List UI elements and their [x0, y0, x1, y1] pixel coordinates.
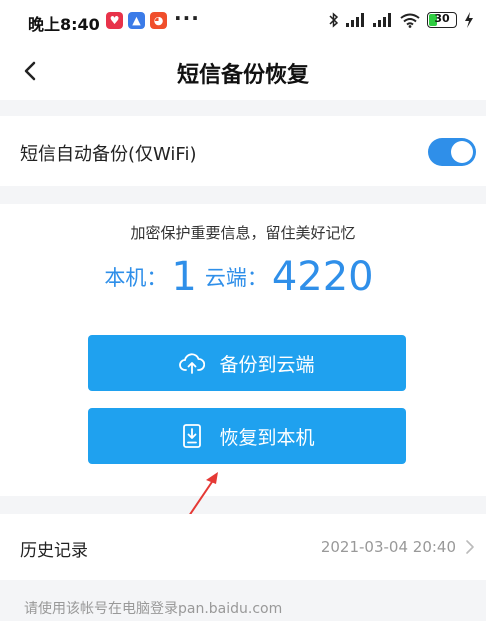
charging-icon	[465, 12, 473, 28]
local-count-label: 本机：	[104, 266, 168, 290]
message-counts: 本机： 1 云端： 4220	[0, 254, 486, 300]
cloud-count-label: 云端：	[204, 266, 268, 290]
footer-note: 请使用该帐号在电脑登录pan.baidu.com	[24, 601, 283, 617]
history-row[interactable]: 历史记录 2021-03-04 20:40	[0, 514, 486, 580]
page-title: 短信备份恢复	[176, 63, 309, 88]
history-last-time: 2021-03-04 20:40	[320, 538, 456, 556]
signal-hd-icon	[373, 13, 391, 27]
cat-app-icon: ◕	[150, 12, 167, 29]
restore-button-label: 恢复到本机	[219, 426, 315, 449]
cloud-count: 4220	[271, 254, 374, 300]
tagline: 加密保护重要信息，留住美好记忆	[130, 224, 356, 242]
backup-button-label: 备份到云端	[219, 353, 315, 376]
battery-text: 30	[434, 12, 450, 25]
auto-backup-row: 短信自动备份(仅WiFi)	[0, 116, 486, 186]
phone-download-icon	[183, 424, 202, 448]
more-notifications-icon: ···	[174, 6, 200, 30]
local-count: 1	[171, 254, 197, 300]
chevron-right-icon	[466, 540, 474, 554]
auto-backup-label: 短信自动备份(仅WiFi)	[20, 144, 197, 165]
bluetooth-icon	[329, 12, 339, 28]
signal-icon	[346, 13, 364, 27]
health-app-icon: ♥	[106, 12, 123, 29]
page-header: 短信备份恢复	[0, 44, 486, 100]
status-time: 晚上8:40	[28, 15, 100, 34]
restore-to-device-button[interactable]: 恢复到本机	[88, 408, 406, 464]
auto-backup-toggle[interactable]	[428, 138, 476, 166]
history-label: 历史记录	[20, 541, 88, 561]
wifi-icon	[400, 13, 420, 28]
cloud-upload-icon	[179, 353, 206, 374]
status-bar: 晚上8:40 ♥ ▲ ◕ ··· 30	[0, 0, 486, 44]
toggle-knob	[451, 141, 473, 163]
battery-icon: 30	[427, 12, 457, 28]
backup-to-cloud-button[interactable]: 备份到云端	[88, 335, 406, 391]
mountain-app-icon: ▲	[128, 12, 145, 29]
system-icons: 30	[329, 12, 474, 28]
